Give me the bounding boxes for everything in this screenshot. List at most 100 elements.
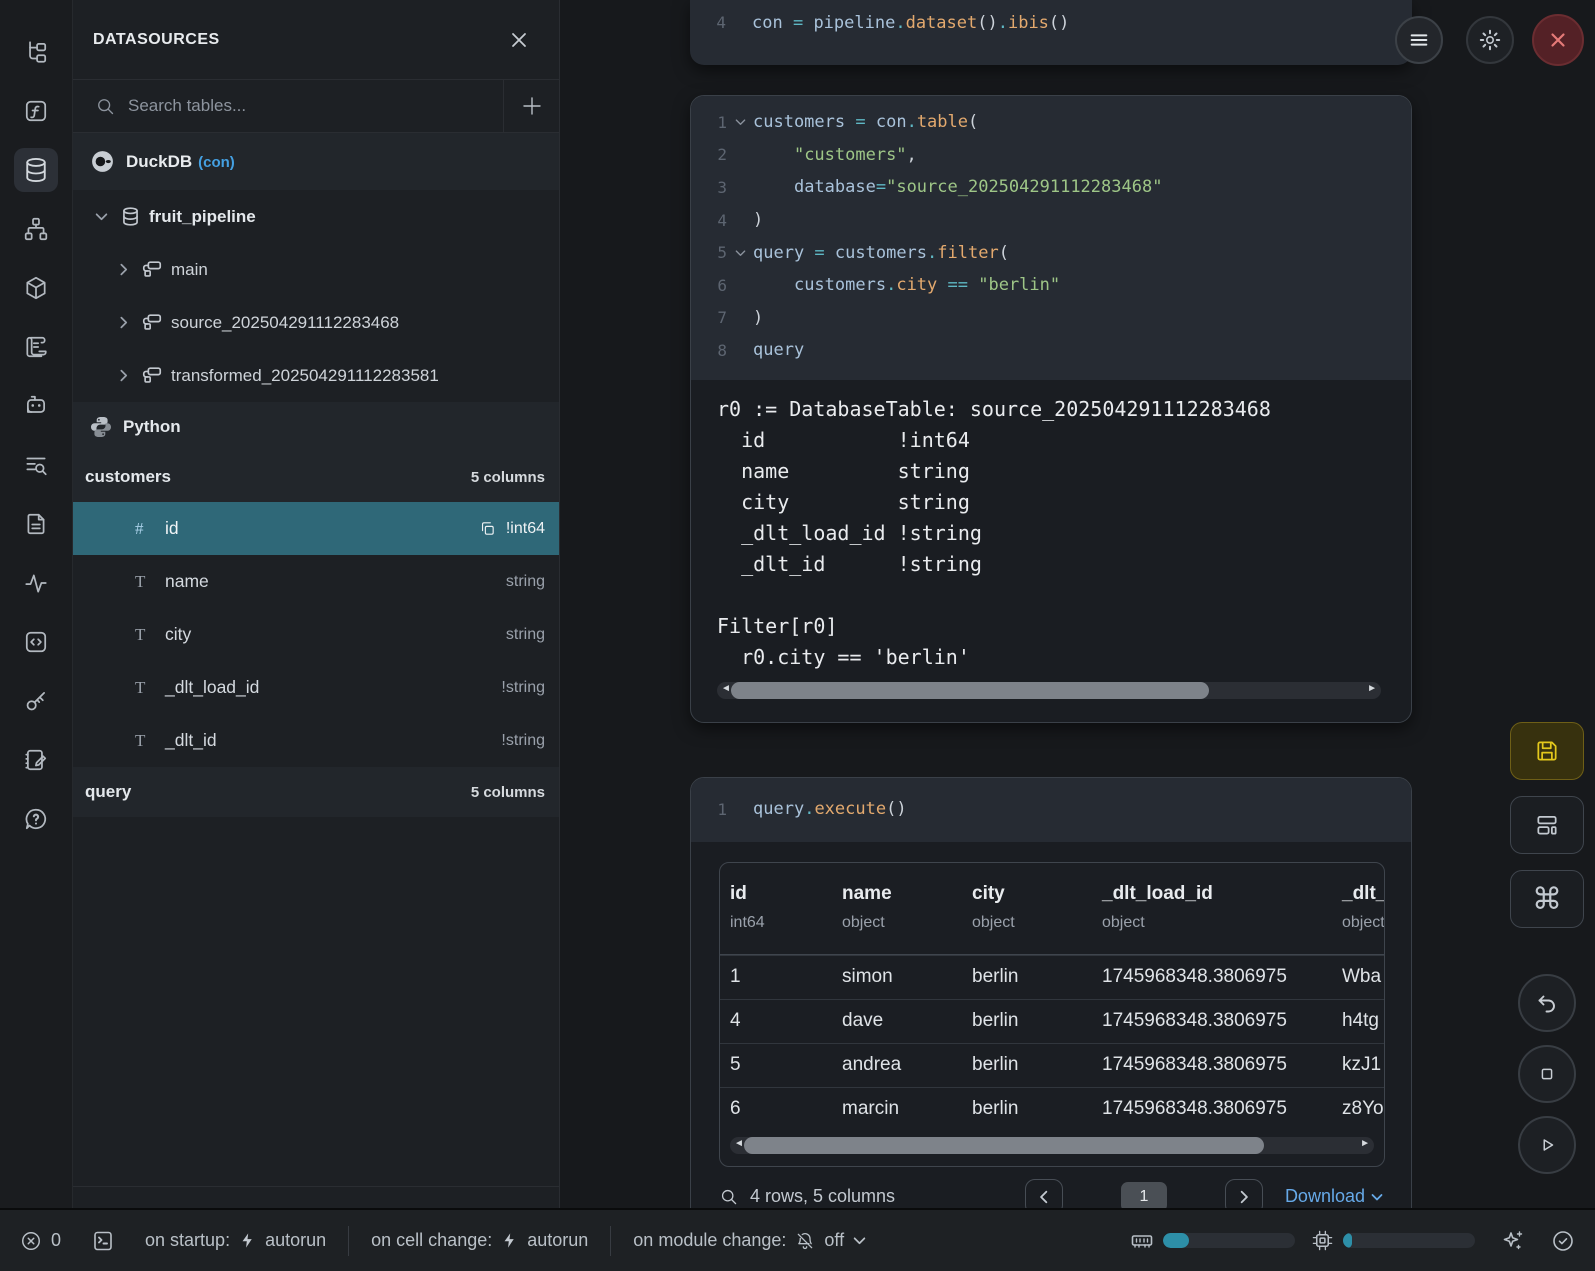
- code-cell-2[interactable]: 1customers = con.table(2 "customers",3 d…: [690, 95, 1412, 723]
- schema-row[interactable]: transformed_202504291112283581: [73, 349, 559, 402]
- column-header-_dlt_load_id[interactable]: _dlt_load_idobject: [1092, 883, 1332, 932]
- column-header-name[interactable]: nameobject: [832, 883, 962, 932]
- column-row-id[interactable]: #id!int64: [73, 502, 559, 555]
- column-row-city[interactable]: Tcitystring: [73, 608, 559, 661]
- table-row-customers[interactable]: customers 5 columns: [73, 452, 559, 502]
- stop-button[interactable]: [1518, 1045, 1576, 1103]
- code-line[interactable]: 4con = pipeline.dataset().ibis(): [690, 7, 1412, 40]
- code-line[interactable]: 8query: [691, 334, 1411, 367]
- table-row[interactable]: 4daveberlin1745968348.3806975h4tg: [720, 999, 1384, 1043]
- database-icon[interactable]: [14, 148, 58, 192]
- code-line[interactable]: 7): [691, 302, 1411, 335]
- chevron-right-icon[interactable]: [113, 369, 133, 382]
- activity-icon[interactable]: [14, 561, 58, 605]
- scrollbar-thumb[interactable]: [731, 682, 1209, 699]
- layout-button[interactable]: [1510, 796, 1584, 854]
- run-button[interactable]: [1518, 1116, 1576, 1174]
- graph-icon[interactable]: [14, 207, 58, 251]
- code-line[interactable]: 3pipeline = dlt.attach(pipeline_name="fr…: [690, 0, 1412, 7]
- column-row-name[interactable]: Tnamestring: [73, 555, 559, 608]
- search-input[interactable]: Search tables...: [73, 96, 503, 116]
- memory-usage[interactable]: [1130, 1229, 1295, 1253]
- key-icon[interactable]: [14, 679, 58, 723]
- column-header-id[interactable]: idint64: [720, 883, 832, 932]
- code-line[interactable]: 3 database="source_202504291112283468": [691, 171, 1411, 204]
- line-number: 8: [691, 341, 727, 360]
- table-row[interactable]: 5andreaberlin1745968348.3806975kzJ1: [720, 1043, 1384, 1087]
- code-block-icon[interactable]: [14, 620, 58, 664]
- search-placeholder: Search tables...: [128, 96, 246, 116]
- line-number: 1: [691, 113, 727, 132]
- column-row-_dlt_load_id[interactable]: T_dlt_load_id!string: [73, 661, 559, 714]
- schema-row[interactable]: main: [73, 243, 559, 296]
- horizontal-scrollbar[interactable]: ◄ ►: [730, 1137, 1374, 1154]
- column-name: _dlt_load_id: [165, 677, 501, 698]
- table-row[interactable]: 1simonberlin1745968348.3806975Wba: [720, 955, 1384, 999]
- column-row-_dlt_id[interactable]: T_dlt_id!string: [73, 714, 559, 767]
- code-line[interactable]: 2 "customers",: [691, 139, 1411, 172]
- connection-row[interactable]: DuckDB(con): [73, 133, 559, 190]
- horizontal-scrollbar[interactable]: ◄ ►: [717, 682, 1381, 699]
- connection-status-icon[interactable]: [1551, 1229, 1575, 1253]
- scrollbar-thumb[interactable]: [744, 1137, 1264, 1154]
- on-cell-change-setting[interactable]: on cell change: autorun: [371, 1230, 588, 1251]
- code-line[interactable]: 1query.execute(): [691, 793, 1411, 826]
- code-line[interactable]: 6 customers.city == "berlin": [691, 269, 1411, 302]
- code-cell-1[interactable]: 3pipeline = dlt.attach(pipeline_name="fr…: [690, 0, 1412, 65]
- python-section-label: Python: [123, 417, 181, 437]
- copy-icon[interactable]: [479, 520, 496, 537]
- python-section-row[interactable]: Python: [73, 402, 559, 452]
- column-header-_dlt_id[interactable]: _dlt_idobject: [1332, 883, 1385, 932]
- settings-button[interactable]: [1466, 16, 1514, 64]
- notebook-icon[interactable]: [14, 738, 58, 782]
- code-line[interactable]: 4): [691, 204, 1411, 237]
- cpu-usage[interactable]: [1311, 1229, 1475, 1252]
- scroll-icon[interactable]: [14, 325, 58, 369]
- scroll-left-arrow[interactable]: ◄: [734, 1138, 744, 1149]
- on-module-change-setting[interactable]: on module change: off: [633, 1230, 866, 1251]
- connection-name: DuckDB: [126, 152, 192, 171]
- error-circle-icon: [20, 1230, 42, 1252]
- table-row[interactable]: 6marcinberlin1745968348.3806975z8Yo: [720, 1087, 1384, 1131]
- fold-chevron-icon[interactable]: [727, 249, 753, 257]
- close-panel-icon[interactable]: [509, 30, 529, 50]
- database-row[interactable]: fruit_pipeline: [73, 190, 559, 243]
- code-text: ): [753, 210, 763, 230]
- schema-row[interactable]: source_202504291112283468: [73, 296, 559, 349]
- code-line[interactable]: 5query = customers.filter(: [691, 236, 1411, 269]
- divider: [610, 1226, 611, 1256]
- line-number: 6: [691, 276, 727, 295]
- terminal-icon[interactable]: [91, 1229, 115, 1253]
- scroll-right-arrow[interactable]: ►: [1367, 683, 1377, 694]
- on-startup-label: on startup:: [145, 1230, 230, 1251]
- ai-sparkle-icon[interactable]: [1501, 1229, 1525, 1253]
- package-icon[interactable]: [14, 266, 58, 310]
- table-row-query[interactable]: query 5 columns: [73, 767, 559, 817]
- chevron-right-icon[interactable]: [113, 263, 133, 276]
- delete-cell-button[interactable]: [1532, 14, 1584, 66]
- command-palette-button[interactable]: ⌘: [1510, 870, 1584, 928]
- save-button[interactable]: [1510, 722, 1584, 780]
- undo-button[interactable]: [1518, 974, 1576, 1032]
- chevron-down-icon[interactable]: [91, 210, 111, 223]
- code-cell-3[interactable]: 1query.execute() idint64nameobjectcityob…: [690, 777, 1412, 1271]
- search-icon[interactable]: [719, 1187, 738, 1206]
- chevron-right-icon[interactable]: [113, 316, 133, 329]
- scroll-left-arrow[interactable]: ◄: [721, 683, 731, 694]
- fold-chevron-icon[interactable]: [727, 118, 753, 126]
- function-icon[interactable]: [14, 89, 58, 133]
- bot-icon[interactable]: [14, 384, 58, 428]
- scroll-right-arrow[interactable]: ►: [1360, 1138, 1370, 1149]
- cell-menu-button[interactable]: [1395, 16, 1443, 64]
- download-link[interactable]: Download: [1285, 1186, 1383, 1207]
- errors-indicator[interactable]: 0: [20, 1230, 61, 1252]
- outline-tree-icon[interactable]: [14, 30, 58, 74]
- log-search-icon[interactable]: [14, 443, 58, 487]
- document-icon[interactable]: [14, 502, 58, 546]
- code-line[interactable]: 1customers = con.table(: [691, 106, 1411, 139]
- add-datasource-button[interactable]: [503, 80, 559, 132]
- on-startup-setting[interactable]: on startup: autorun: [145, 1230, 326, 1251]
- help-icon[interactable]: [14, 797, 58, 841]
- line-number: 1: [691, 800, 727, 819]
- column-header-city[interactable]: cityobject: [962, 883, 1092, 932]
